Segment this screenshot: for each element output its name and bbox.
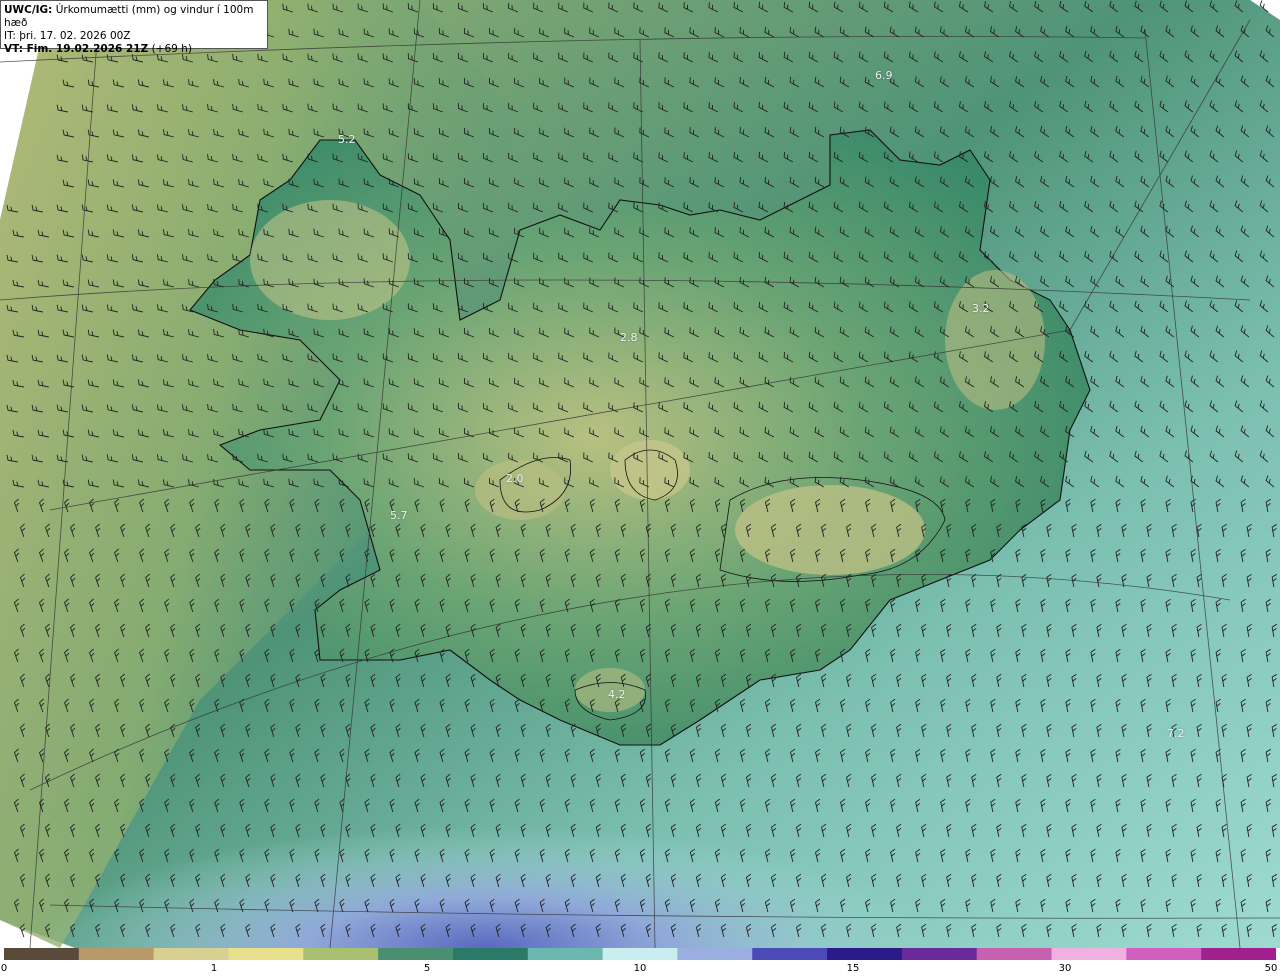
colorbar-segment xyxy=(78,948,155,960)
colorbar-segment xyxy=(976,948,1053,960)
colorbar-tick: 0 xyxy=(0,963,8,974)
value-label: 5.7 xyxy=(390,509,408,522)
map-area: 5.2 6.9 2.8 3.2 2.0 5.7 4.2 7.2 UWC/IG: … xyxy=(0,0,1280,948)
colorbar-segment xyxy=(1126,948,1203,960)
colorbar-tick: 15 xyxy=(846,963,860,974)
colorbar-segment xyxy=(378,948,454,960)
colorbar-segment xyxy=(602,948,679,960)
colorbar-tick: 1 xyxy=(210,963,218,974)
forecast-offset: (+69 h) xyxy=(148,43,192,55)
colorbar-segment xyxy=(1201,948,1276,960)
precip-map xyxy=(0,0,1280,948)
colorbar-segment xyxy=(228,948,305,960)
colorbar xyxy=(4,948,1276,960)
map-header: UWC/IG: Úrkomumætti (mm) og vindur í 100… xyxy=(0,0,268,55)
product-code: UWC/IG: xyxy=(4,4,53,16)
highland-1 xyxy=(610,440,690,500)
value-label: 2.8 xyxy=(620,331,638,344)
highland-3 xyxy=(475,460,565,520)
colorbar-segment xyxy=(527,948,604,960)
colorbar-tick: 5 xyxy=(423,963,431,974)
colorbar-segment xyxy=(827,948,903,960)
colorbar-segment xyxy=(303,948,380,960)
colorbar-segment xyxy=(752,948,829,960)
colorbar-segment xyxy=(4,948,80,960)
value-label: 3.2 xyxy=(972,302,990,315)
value-label: 7.2 xyxy=(1167,727,1185,740)
colorbar-tick: 50 xyxy=(1264,963,1278,974)
value-label: 6.9 xyxy=(875,69,893,82)
colorbar-tick: 10 xyxy=(633,963,647,974)
initial-time: IT: þri. 17. 02. 2026 00Z xyxy=(4,30,131,42)
highland-2 xyxy=(735,485,925,575)
colorbar-segment xyxy=(677,948,754,960)
colorbar-tick: 30 xyxy=(1058,963,1072,974)
valid-time: VT: Fim. 19.02.2026 21Z xyxy=(4,43,149,55)
value-label: 5.2 xyxy=(338,133,356,146)
colorbar-segment xyxy=(1051,948,1128,960)
value-label: 2.0 xyxy=(506,472,524,485)
colorbar-segment xyxy=(452,948,529,960)
colorbar-segment xyxy=(153,948,230,960)
colorbar-segment xyxy=(901,948,978,960)
value-label: 4.2 xyxy=(608,688,626,701)
highland-5 xyxy=(945,270,1045,410)
